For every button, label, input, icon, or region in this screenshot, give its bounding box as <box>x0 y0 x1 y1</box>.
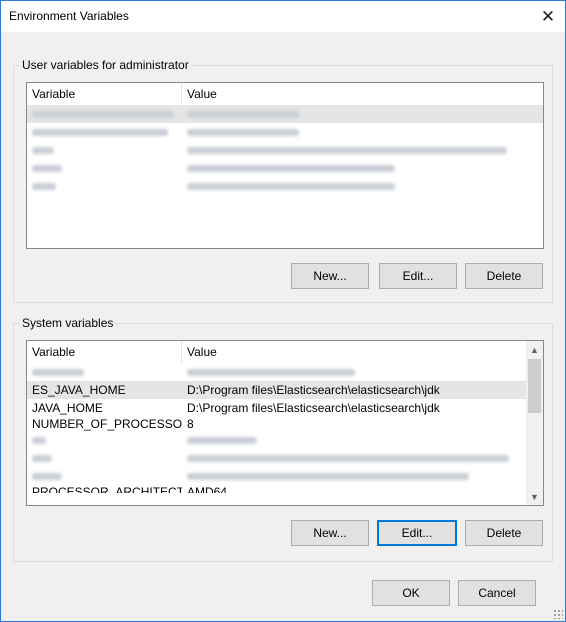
variable-name: NUMBER_OF_PROCESSORS <box>32 417 182 431</box>
table-row[interactable] <box>27 141 543 159</box>
system-new-button[interactable]: New... <box>291 520 369 546</box>
variable-name <box>27 179 182 193</box>
user-variables-group: User variables for administrator Variabl… <box>13 58 553 303</box>
table-row[interactable] <box>27 105 543 123</box>
window-title: Environment Variables <box>9 9 129 23</box>
table-row[interactable] <box>27 449 526 467</box>
variable-value <box>182 143 543 157</box>
variable-value: 8 <box>187 417 194 431</box>
user-new-button[interactable]: New... <box>291 263 369 289</box>
variable-value <box>182 365 526 379</box>
system-variables-label: System variables <box>20 316 116 330</box>
variable-value <box>182 125 543 139</box>
resize-grip-icon[interactable] <box>553 609 563 619</box>
table-row[interactable]: PROCESSOR_ARCHITECTU... AMD64 <box>27 485 526 493</box>
variable-name <box>27 161 182 175</box>
column-header-value[interactable]: Value <box>182 341 526 363</box>
vertical-scrollbar[interactable]: ▲ ▼ <box>526 341 543 505</box>
table-row[interactable] <box>27 363 526 381</box>
variable-name <box>27 125 182 139</box>
table-row[interactable]: ES_JAVA_HOME D:\Program files\Elasticsea… <box>27 381 526 399</box>
user-variables-list[interactable]: Variable Value <box>26 82 544 249</box>
chevron-down-icon[interactable]: ▼ <box>526 488 543 505</box>
system-edit-button[interactable]: Edit... <box>377 520 457 546</box>
column-header-variable[interactable]: Variable <box>27 83 182 105</box>
scrollbar-thumb[interactable] <box>528 359 541 413</box>
close-icon[interactable]: ✕ <box>531 1 565 32</box>
user-variables-label: User variables for administrator <box>20 58 191 72</box>
variable-name <box>27 143 182 157</box>
list-header: Variable Value <box>27 341 526 363</box>
column-header-value[interactable]: Value <box>182 83 543 105</box>
system-delete-button[interactable]: Delete <box>465 520 543 546</box>
variable-name <box>27 433 182 447</box>
variable-name <box>27 107 182 121</box>
table-row[interactable]: NUMBER_OF_PROCESSORS 8 <box>27 417 526 431</box>
list-header: Variable Value <box>27 83 543 105</box>
column-header-variable[interactable]: Variable <box>27 341 182 363</box>
table-row[interactable] <box>27 431 526 449</box>
table-row[interactable] <box>27 467 526 485</box>
table-row[interactable] <box>27 159 543 177</box>
variable-value <box>182 469 526 483</box>
title-bar: Environment Variables ✕ <box>1 1 565 32</box>
user-delete-button[interactable]: Delete <box>465 263 543 289</box>
variable-value: D:\Program files\Elasticsearch\elasticse… <box>187 383 440 397</box>
variable-value <box>182 451 526 465</box>
variable-value: D:\Program files\Elasticsearch\elasticse… <box>187 401 440 415</box>
table-row[interactable] <box>27 177 543 195</box>
variable-value <box>182 161 543 175</box>
variable-value <box>182 179 543 193</box>
ok-button[interactable]: OK <box>372 580 450 606</box>
variable-name <box>27 451 182 465</box>
variable-value: AMD64 <box>187 485 228 493</box>
table-row[interactable] <box>27 123 543 141</box>
variable-name <box>27 365 182 379</box>
system-variables-list[interactable]: Variable Value ES_JAVA_HOME D:\Program f… <box>26 340 544 506</box>
variable-name: JAVA_HOME <box>32 401 103 415</box>
variable-name <box>27 469 182 483</box>
variable-name: ES_JAVA_HOME <box>32 383 126 397</box>
variable-value <box>182 433 526 447</box>
variable-name: PROCESSOR_ARCHITECTU... <box>32 485 182 493</box>
variable-value <box>182 107 543 121</box>
table-row[interactable]: JAVA_HOME D:\Program files\Elasticsearch… <box>27 399 526 417</box>
system-variables-group: System variables Variable Value ES_JAVA_… <box>13 316 553 562</box>
chevron-up-icon[interactable]: ▲ <box>526 341 543 358</box>
cancel-button[interactable]: Cancel <box>458 580 536 606</box>
user-edit-button[interactable]: Edit... <box>379 263 457 289</box>
environment-variables-dialog: Environment Variables ✕ User variables f… <box>0 0 566 622</box>
